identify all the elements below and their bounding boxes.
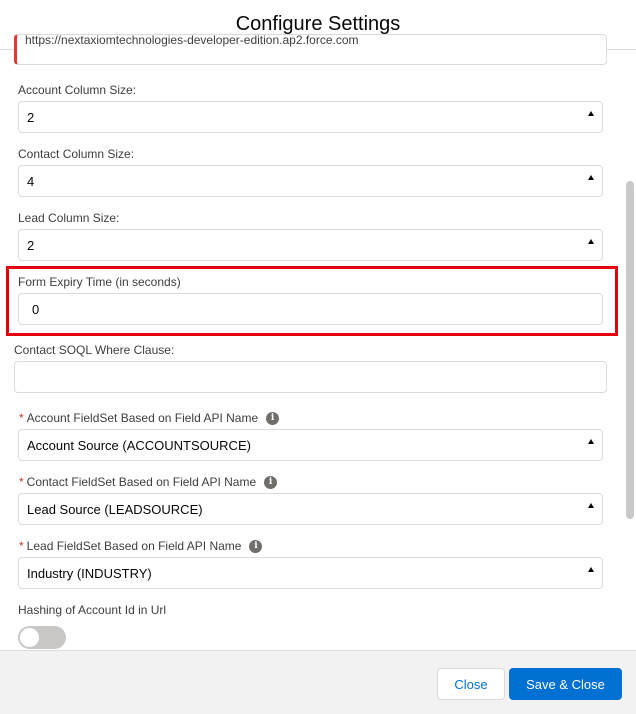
url-field-value: https://nextaxiomtechnologies-developer-… [25, 34, 359, 47]
form-expiry-time-input[interactable]: 0 [18, 293, 603, 325]
contact-fieldset-label-row: * Contact FieldSet Based on Field API Na… [19, 475, 278, 489]
hashing-account-id-label: Hashing of Account Id in Url [18, 603, 167, 617]
lead-fieldset-value: Industry (INDUSTRY) [27, 565, 152, 581]
form-expiry-time-value: 0 [32, 301, 40, 317]
chevron-up-icon [588, 439, 594, 444]
contact-soql-where-input[interactable] [14, 361, 607, 393]
contact-fieldset-select[interactable]: Lead Source (LEADSOURCE) [18, 493, 603, 525]
contact-column-size-label: Contact Column Size: [18, 147, 135, 161]
lead-fieldset-label-row: * Lead FieldSet Based on Field API Name [19, 539, 263, 553]
info-icon[interactable] [266, 411, 280, 425]
account-column-size-value: 2 [27, 109, 35, 125]
account-fieldset-value: Account Source (ACCOUNTSOURCE) [27, 437, 251, 453]
info-icon[interactable] [249, 539, 263, 553]
chevron-up-icon [588, 503, 594, 508]
contact-soql-where-label: Contact SOQL Where Clause: [14, 343, 175, 357]
save-and-close-button[interactable]: Save & Close [509, 668, 622, 700]
contact-fieldset-label: Contact FieldSet Based on Field API Name [26, 475, 257, 489]
lead-column-size-value: 2 [27, 237, 35, 253]
modal-footer: Close Save & Close [0, 650, 636, 714]
lead-fieldset-label: Lead FieldSet Based on Field API Name [26, 539, 242, 553]
lead-column-size-input[interactable]: 2 [18, 229, 603, 261]
hashing-account-id-toggle[interactable] [18, 626, 66, 649]
required-mark: * [19, 539, 24, 553]
account-column-size-label: Account Column Size: [18, 83, 137, 97]
toggle-knob [20, 628, 39, 647]
account-column-size-input[interactable]: 2 [18, 101, 603, 133]
close-button[interactable]: Close [437, 668, 505, 700]
contact-fieldset-value: Lead Source (LEADSOURCE) [27, 501, 203, 517]
stepper-up-icon[interactable] [588, 239, 594, 244]
required-mark: * [19, 475, 24, 489]
modal-title: Configure Settings [235, 13, 401, 35]
contact-column-size-value: 4 [27, 173, 35, 189]
account-fieldset-label-row: * Account FieldSet Based on Field API Na… [19, 411, 280, 425]
account-fieldset-select[interactable]: Account Source (ACCOUNTSOURCE) [18, 429, 603, 461]
scrollbar-thumb[interactable] [626, 181, 634, 519]
stepper-up-icon[interactable] [588, 111, 594, 116]
required-mark: * [19, 411, 24, 425]
info-icon[interactable] [264, 475, 278, 489]
url-field[interactable]: https://nextaxiomtechnologies-developer-… [14, 34, 607, 65]
chevron-up-icon [588, 567, 594, 572]
contact-column-size-input[interactable]: 4 [18, 165, 603, 197]
account-fieldset-label: Account FieldSet Based on Field API Name [26, 411, 259, 425]
lead-column-size-label: Lead Column Size: [18, 211, 120, 225]
lead-fieldset-select[interactable]: Industry (INDUSTRY) [18, 557, 603, 589]
form-expiry-time-label: Form Expiry Time (in seconds) [18, 275, 181, 289]
stepper-up-icon[interactable] [588, 175, 594, 180]
